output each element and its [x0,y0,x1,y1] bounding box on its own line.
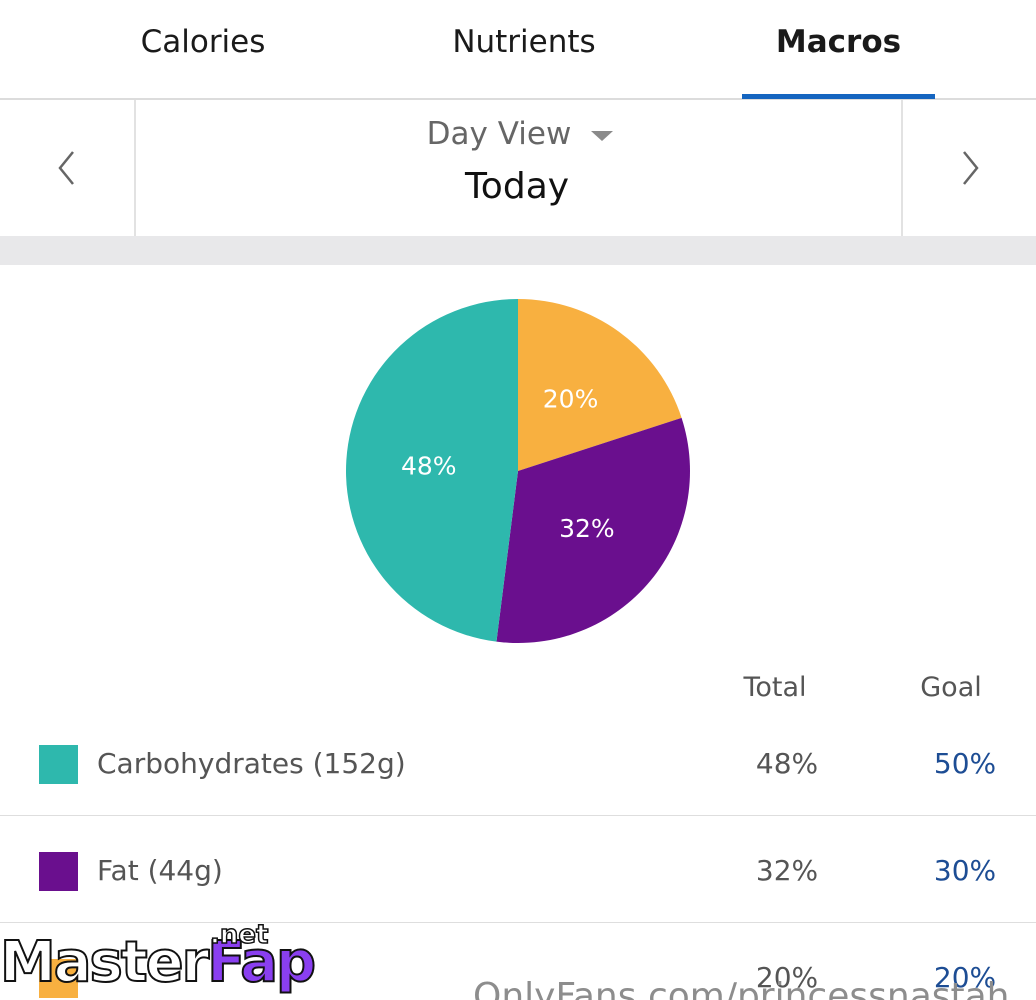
pie-label-protein: 20% [543,385,599,414]
tab-macros[interactable]: Macros [742,20,935,64]
view-mode-label: Day View [426,116,572,152]
section-divider [0,236,1036,265]
tab-calories[interactable]: Calories [103,20,303,64]
watermark-logo: MasterFap .net [0,919,317,1000]
macro-goal[interactable]: 30% [920,854,1010,887]
column-header-total: Total [743,672,807,703]
caret-down-icon [591,131,614,141]
macros-pie-chart: 20% 32% 48% [345,299,690,643]
tab-bar: Calories Nutrients Macros [0,0,1036,100]
macro-row-carbohydrates: Carbohydrates (152g) 48% 50% [0,710,1036,816]
view-mode-dropdown[interactable]: Day View [400,112,640,156]
pie-label-fat: 32% [559,514,615,543]
date-navigation: Day View Today [0,100,1036,236]
legend-swatch-carbohydrates [39,745,78,784]
macro-row-fat: Fat (44g) 32% 30% [0,817,1036,923]
tab-nutrients[interactable]: Nutrients [414,20,634,64]
chevron-left-icon [58,151,74,185]
chevron-right-icon [962,151,979,185]
current-day-label: Today [464,166,570,207]
macro-total: 48% [755,747,819,780]
legend-swatch-fat [39,852,78,891]
previous-day-button[interactable] [0,100,136,236]
watermark-brand-master: Master [0,929,210,996]
macro-total: 32% [755,854,819,887]
watermark-text: OnlyFans.com/princessnastah [473,976,1010,1000]
macro-label: Carbohydrates (152g) [97,747,406,780]
macro-goal[interactable]: 50% [920,747,1010,780]
macros-screen: Calories Nutrients Macros Day View Today… [0,0,1036,1000]
column-header-goal: Goal [920,672,982,703]
next-day-button[interactable] [901,100,1036,236]
watermark-brand-tld: .net [209,919,269,951]
pie-label-carbohydrates: 48% [401,451,457,480]
macro-label: Fat (44g) [97,854,223,887]
active-tab-indicator [742,94,935,99]
